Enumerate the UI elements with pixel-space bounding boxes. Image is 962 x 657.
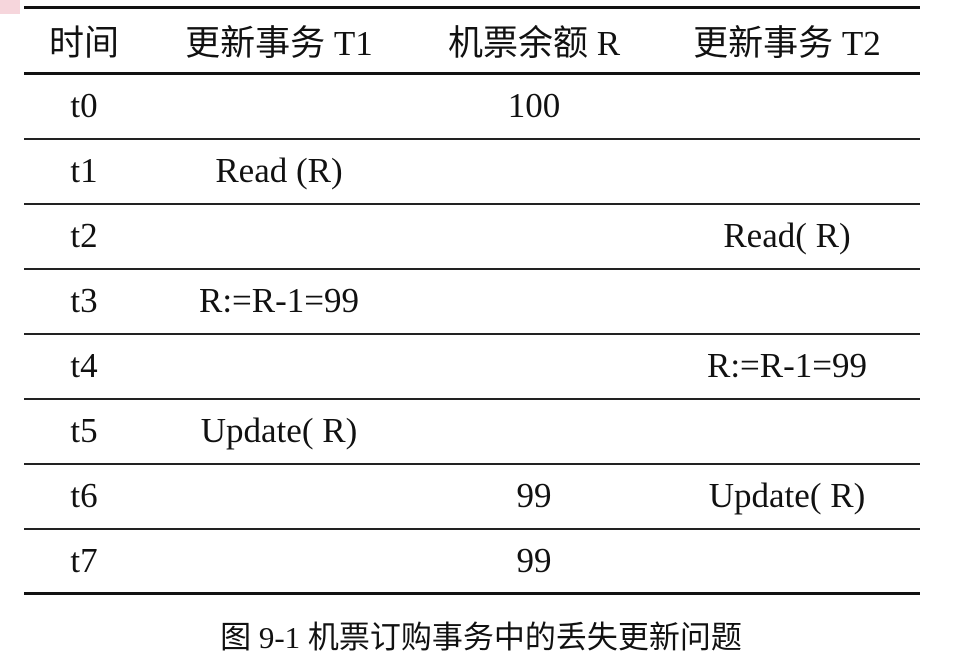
- table-row: t0 100: [24, 74, 920, 139]
- table-cell: t2: [70, 216, 98, 255]
- table-cell: [654, 74, 920, 139]
- table-cell: [414, 269, 654, 334]
- table-cell: [144, 529, 414, 594]
- table-cell: R:=R-1=99: [198, 281, 360, 320]
- column-header: 更新事务 T1: [185, 24, 373, 63]
- table-cell: t7: [70, 540, 98, 580]
- table-cell: Update( R): [708, 476, 866, 515]
- table-cell: [414, 204, 654, 269]
- table-cell: [144, 74, 414, 139]
- table-row: t6 99 Update( R): [24, 464, 920, 529]
- table-cell: [654, 399, 920, 464]
- column-header: 更新事务 T2: [693, 24, 881, 63]
- table-cell: t1: [70, 151, 98, 190]
- table-cell: t4: [70, 346, 98, 385]
- table-cell: 100: [507, 86, 561, 126]
- table-cell: t5: [70, 411, 98, 450]
- table-cell: t0: [70, 86, 98, 126]
- table-cell: [654, 529, 920, 594]
- table-cell: [144, 334, 414, 399]
- table-cell: [654, 269, 920, 334]
- column-header: 机票余额 R: [447, 24, 621, 63]
- table-cell: 99: [516, 476, 552, 515]
- table-cell: [144, 204, 414, 269]
- table-row: t3 R:=R-1=99: [24, 269, 920, 334]
- table-cell: [144, 464, 414, 529]
- table-cell: Read (R): [215, 151, 343, 190]
- table-row: t2 Read( R): [24, 204, 920, 269]
- corner-mark: [0, 0, 20, 14]
- column-header: 时间: [48, 24, 119, 63]
- table-cell: t6: [70, 476, 98, 515]
- table-cell: Update( R): [200, 411, 358, 450]
- table-row: t4 R:=R-1=99: [24, 334, 920, 399]
- table-cell: [654, 139, 920, 204]
- table-cell: [414, 399, 654, 464]
- table-row: t7 99: [24, 529, 920, 594]
- table-row: t1 Read (R): [24, 139, 920, 204]
- lost-update-table: 时间 更新事务 T1 机票余额 R 更新事务 T2 t0 100 t1 Read (R) t2…: [24, 6, 920, 595]
- table-cell: 99: [516, 540, 552, 580]
- table-cell: R:=R-1=99: [706, 346, 868, 385]
- table-cell: Read( R): [723, 216, 851, 255]
- figure-caption: 图 9-1 机票订购事务中的丢失更新问题: [220, 620, 742, 655]
- table-cell: t3: [70, 281, 98, 320]
- table-cell: [414, 334, 654, 399]
- header-row: 时间 更新事务 T1 机票余额 R 更新事务 T2: [24, 7, 920, 74]
- table-row: t5 Update( R): [24, 399, 920, 464]
- table-cell: [414, 139, 654, 204]
